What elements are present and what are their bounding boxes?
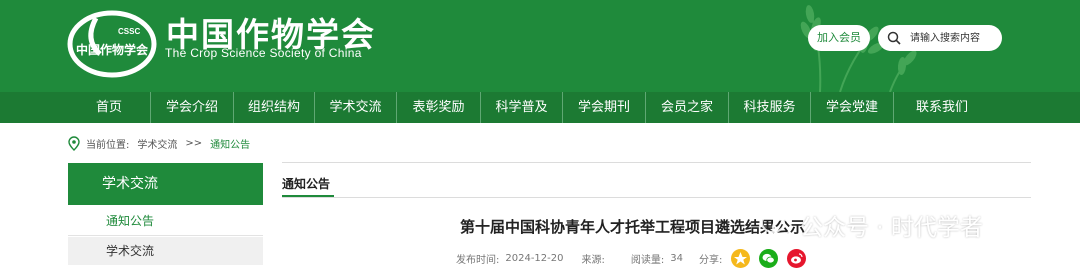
weibo-share-icon[interactable] [787, 249, 807, 268]
wechat-watermark-icon [761, 213, 792, 236]
qzone-share-icon[interactable] [731, 249, 751, 268]
site-header: CSSC 中国作物学会 中国作物学会 The Crop Science Soci… [0, 0, 1080, 92]
source-label: 来源: [581, 255, 605, 266]
breadcrumb-separator: >> [185, 137, 203, 149]
breadcrumb-current[interactable]: 通知公告 [210, 136, 250, 151]
sidebar-item-notices[interactable]: 通知公告 [68, 207, 263, 236]
search-icon[interactable] [887, 31, 901, 45]
nav-item-members[interactable]: 会员之家 [646, 92, 729, 123]
nav-item-party[interactable]: 学会党建 [811, 92, 894, 123]
nav-item-structure[interactable]: 组织结构 [234, 92, 315, 123]
nav-item-journals[interactable]: 学会期刊 [563, 92, 646, 123]
tab-notices[interactable]: 通知公告 [282, 175, 330, 192]
nav-item-awards[interactable]: 表彰奖励 [397, 92, 481, 123]
wechat-watermark: 公众号 · 时代学者 [760, 208, 983, 242]
logo-mark-text: CSSC [118, 27, 140, 36]
main-nav: 首页 学会介绍 组织结构 学术交流 表彰奖励 科学普及 学会期刊 会员之家 科技… [0, 92, 1080, 123]
breadcrumb-academic-link[interactable]: 学术交流 [137, 136, 177, 151]
divider [282, 197, 1031, 198]
breadcrumb-prefix: 当前位置: [86, 139, 130, 151]
nav-item-science[interactable]: 科学普及 [481, 92, 563, 123]
publish-date: 2024-12-20 [505, 253, 564, 264]
location-pin-icon [68, 135, 80, 151]
nav-item-services[interactable]: 科技服务 [729, 92, 811, 123]
reads-value: 34 [670, 253, 683, 264]
nav-item-about[interactable]: 学会介绍 [151, 92, 234, 123]
divider [282, 162, 1031, 163]
join-member-button[interactable]: 加入会员 [808, 25, 870, 51]
svg-text:中国作物学会: 中国作物学会 [76, 42, 149, 57]
wechat-share-icon[interactable] [759, 249, 779, 268]
site-subtitle: The Crop Science Society of China [165, 46, 362, 60]
search-input[interactable] [910, 29, 998, 47]
nav-item-home[interactable]: 首页 [68, 92, 151, 123]
publish-label: 发布时间: [456, 255, 500, 266]
sidebar-item-academic[interactable]: 学术交流 [68, 237, 263, 265]
sidebar-heading: 学术交流 [68, 163, 263, 205]
search-box[interactable] [878, 25, 1002, 51]
share-label: 分享: [698, 255, 723, 266]
society-logo-icon[interactable]: CSSC 中国作物学会 [66, 10, 158, 78]
breadcrumb: 当前位置: 学术交流 >> 通知公告 [68, 135, 258, 151]
article-title: 第十届中国科协青年人才托举工程项目遴选结果公示 [460, 218, 806, 236]
nav-item-contact[interactable]: 联系我们 [894, 92, 990, 123]
article-meta: 发布时间: 2024-12-20 来源: 阅读量: 34 分享: [456, 249, 812, 268]
nav-item-academic[interactable]: 学术交流 [315, 92, 397, 123]
reads-label: 阅读量: [630, 255, 665, 266]
